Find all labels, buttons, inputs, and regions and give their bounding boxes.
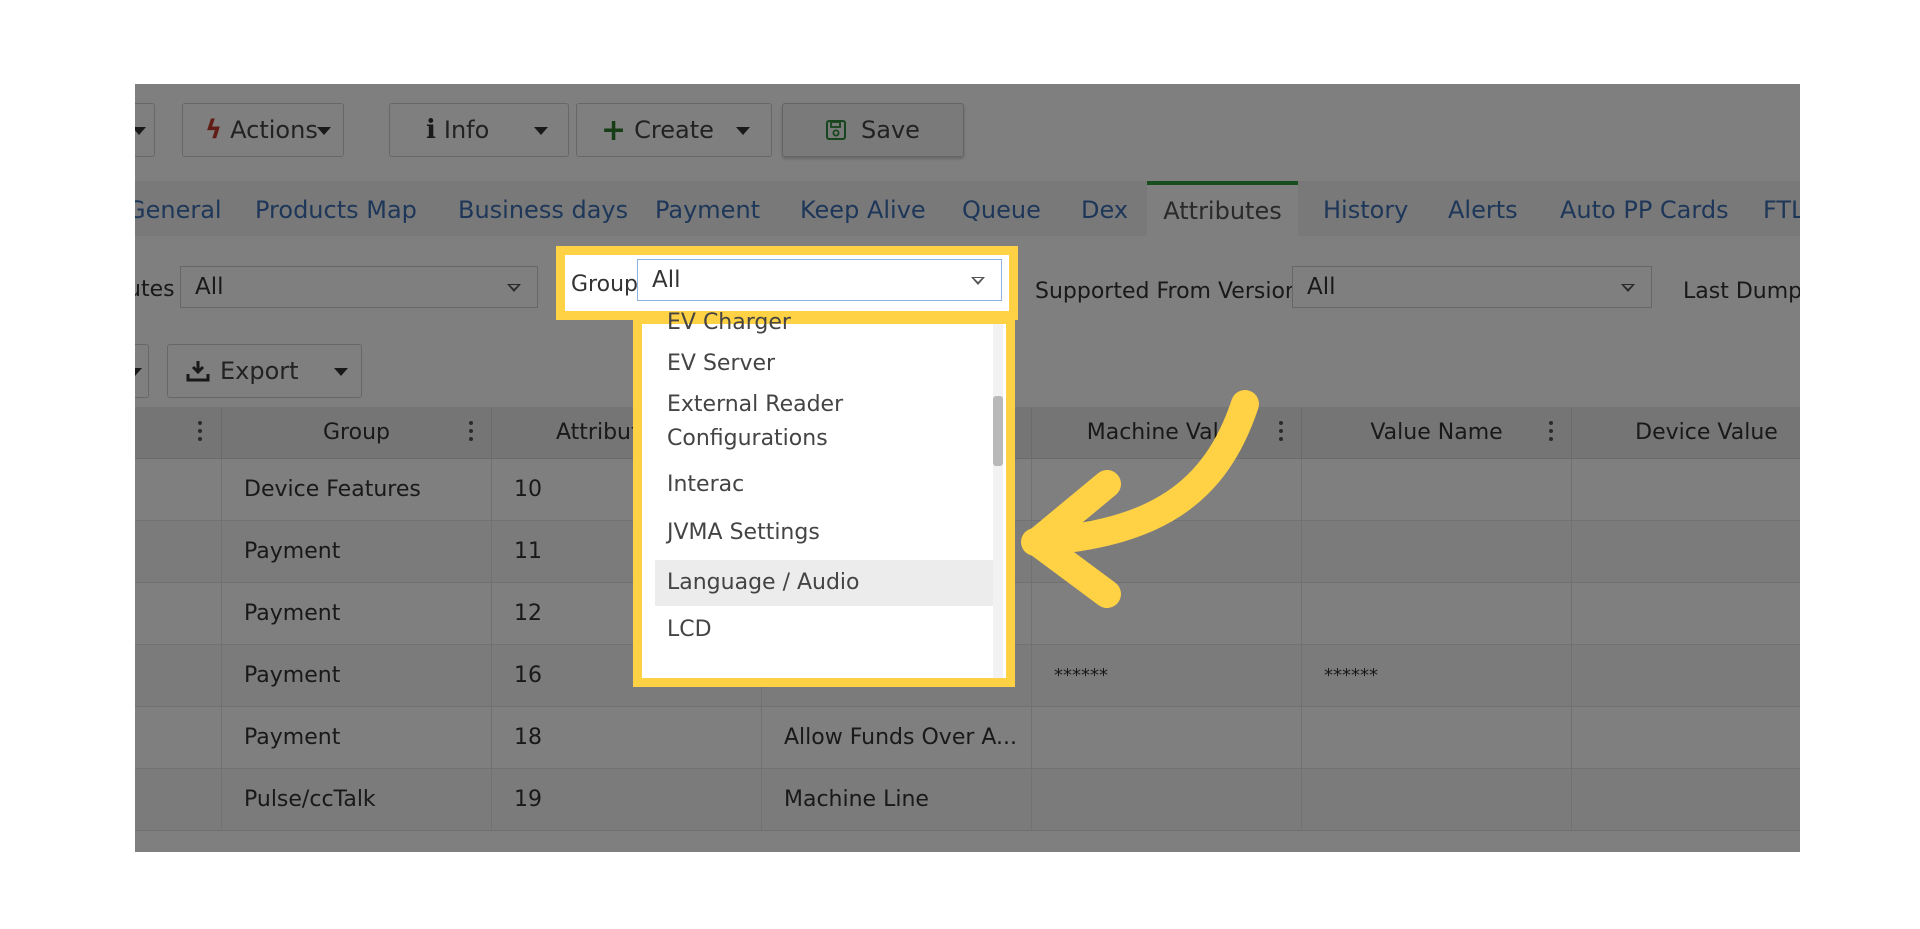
triangle-down-icon — [971, 277, 985, 285]
group-filter-highlight: Group All — [556, 246, 1018, 320]
group-dropdown-list: EV Charger EV Server External Reader Con… — [633, 312, 1015, 687]
dropdown-option[interactable]: External Reader Configurations — [655, 388, 1000, 458]
group-filter-value: All — [652, 267, 681, 293]
dropdown-option[interactable]: EV Charger — [655, 312, 1000, 334]
dropdown-option[interactable]: EV Server — [655, 344, 1000, 384]
app-frame: ϟ Actions i Info + Create Save General P… — [135, 84, 1800, 852]
dropdown-option-hovered[interactable]: Language / Audio — [655, 560, 1000, 606]
dropdown-option[interactable]: LCD — [655, 608, 1000, 652]
dropdown-scrollbar-track[interactable] — [993, 324, 1003, 678]
curved-arrow-icon — [1021, 390, 1259, 608]
dropdown-scrollbar-thumb[interactable] — [993, 396, 1003, 466]
dropdown-option[interactable]: JVMA Settings — [655, 512, 1000, 554]
group-filter-label: Group — [571, 272, 638, 297]
dropdown-option[interactable]: Interac — [655, 464, 1000, 506]
group-filter-select[interactable]: All — [637, 259, 1002, 301]
